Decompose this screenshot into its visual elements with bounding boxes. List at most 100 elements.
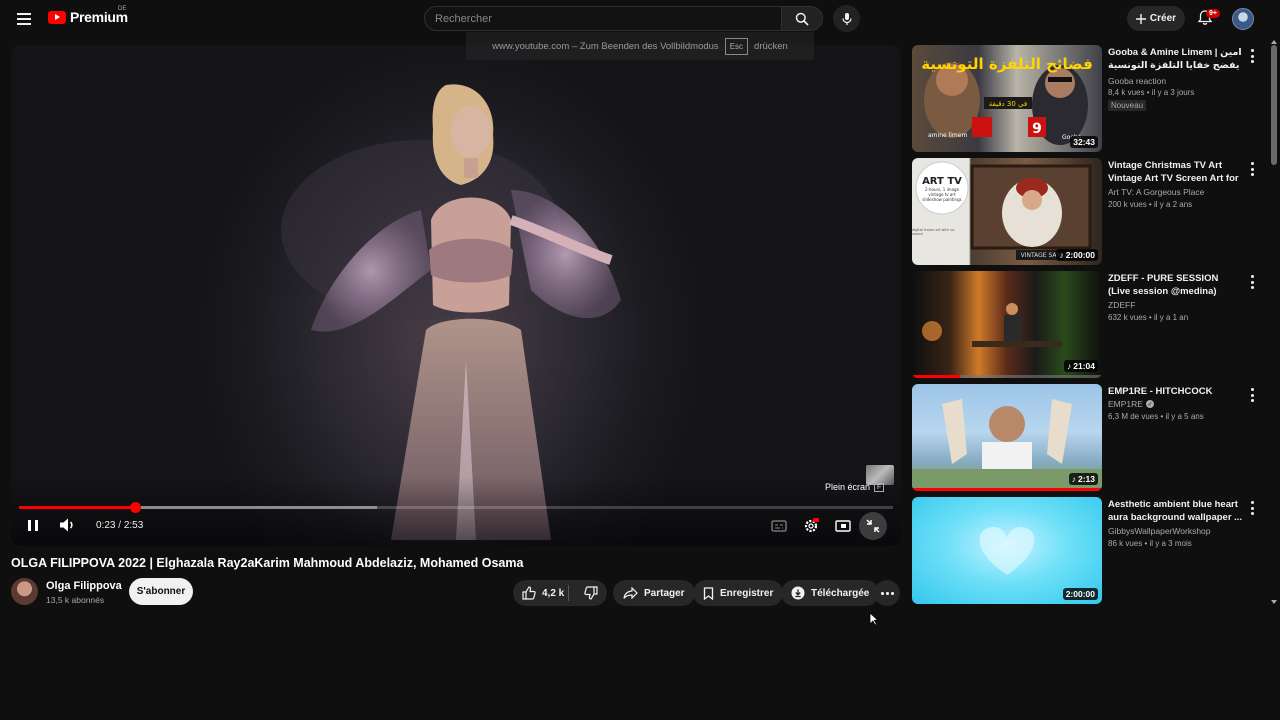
watch-progress [912, 488, 1102, 491]
recommendation-title[interactable]: Aesthetic ambient blue heart aura backgr… [1108, 498, 1243, 524]
time-display: 0:23 / 2:53 [96, 520, 144, 531]
save-button[interactable]: Enregistrer [693, 580, 784, 606]
recommendation-channel: Gooba reaction [1108, 76, 1166, 86]
recommendation-channel: EMP1RE ✓ [1108, 399, 1154, 409]
recommendation-thumbnail[interactable]: 2:00:00 [912, 497, 1102, 604]
music-note-icon: ♪ [1071, 474, 1076, 484]
create-label: Créer [1149, 13, 1177, 24]
channel-avatar[interactable] [11, 578, 38, 605]
recommendation-title[interactable]: ZDEFF - PURE SESSION (Live session @medi… [1108, 272, 1243, 298]
recommendation-item[interactable]: ART TV 2-hours, 1 image vintage tv art s… [912, 158, 1268, 266]
search-input[interactable]: Rechercher [424, 6, 782, 31]
mouse-cursor-icon [869, 612, 879, 626]
download-done-icon [791, 586, 805, 600]
recommendation-thumbnail[interactable]: ART TV 2-hours, 1 image vintage tv art s… [912, 158, 1102, 265]
thumb-art-tv-sub: 2-hours, 1 image vintage tv art slidesho… [922, 187, 962, 202]
channel-text: Gooba reaction [1108, 76, 1167, 86]
sidebar-scrollbar[interactable] [1270, 40, 1278, 605]
progress-played [19, 506, 135, 509]
recommendation-item[interactable]: 2:00:00 Aesthetic ambient blue heart aur… [912, 497, 1268, 605]
duration-text: 21:04 [1073, 361, 1095, 371]
duration-text: 2:13 [1077, 474, 1095, 484]
search-button[interactable] [781, 6, 823, 31]
captions-icon [771, 520, 787, 532]
new-badge: Nouveau [1108, 100, 1147, 111]
recommendation-item[interactable]: فضائح التلفزة التونسية في 30 دقيقة 9 ami… [912, 45, 1268, 153]
create-button[interactable]: Créer [1127, 6, 1185, 31]
subtitles-button[interactable] [768, 515, 790, 537]
fullscreen-shortcut-key: F [874, 482, 885, 492]
dot [890, 591, 894, 595]
recommendation-item[interactable]: ♪ 21:04 ZDEFF - PURE SESSION (Live sessio… [912, 271, 1268, 379]
video-player[interactable]: 0:23 / 2:53 Plein écran F [11, 45, 901, 546]
youtube-premium-logo[interactable]: Premium DE [48, 6, 128, 25]
scroll-up-arrow-icon[interactable] [1271, 40, 1277, 44]
pause-button[interactable] [25, 517, 41, 533]
recommendation-title[interactable]: Vintage Christmas TV Art Vintage Art TV … [1108, 159, 1243, 185]
download-button[interactable]: Téléchargée [781, 580, 880, 606]
youtube-play-icon [48, 10, 66, 24]
pause-icon-bar [35, 519, 38, 531]
fullscreen-exit-hint: www.youtube.com – Zum Beenden des Vollbi… [466, 32, 814, 60]
thumb-arabic-title: فضائح التلفزة التونسية [921, 55, 1093, 73]
thumb-arabic-subtitle: في 30 دقيقة [989, 100, 1027, 108]
recommendation-thumbnail[interactable]: ♪ 21:04 [912, 271, 1102, 378]
logo-region: DE [118, 6, 127, 12]
duration-text: 2:00:00 [1065, 589, 1095, 599]
download-label: Téléchargée [811, 587, 870, 599]
recommendation-title[interactable]: EMP1RE - HITCHCOCK [1108, 385, 1243, 398]
recommendation-menu-icon[interactable] [1250, 49, 1254, 63]
recommendation-menu-icon[interactable] [1250, 275, 1254, 289]
duration-text: 32:43 [1073, 137, 1095, 147]
fullscreen-hint-prefix: www.youtube.com – Zum Beenden des Vollbi… [492, 40, 719, 52]
dislike-button[interactable] [575, 586, 607, 600]
recommendation-meta: 6,3 M de vues • il y a 5 ans [1108, 412, 1204, 421]
progress-scrubber-handle[interactable] [130, 502, 141, 513]
fullscreen-tooltip-label: Plein écran [825, 482, 871, 492]
like-button[interactable]: 4,2 k [513, 585, 569, 601]
thumbs-up-icon [522, 586, 536, 600]
share-icon [623, 587, 638, 599]
channel-text: GibbysWallpaperWorkshop [1108, 526, 1211, 536]
music-note-icon: ♪ [1067, 361, 1072, 371]
recommendation-channel: ZDEFF [1108, 300, 1135, 310]
like-dislike-group: 4,2 k [513, 580, 607, 606]
dot [880, 591, 884, 595]
thumb-art-tv-note: digital frame art with no sound [912, 228, 955, 236]
recommendation-thumbnail[interactable]: ♪ 2:13 [912, 384, 1102, 491]
recommendation-item[interactable]: ♪ 2:13 EMP1RE - HITCHCOCK EMP1RE ✓ 6,3 M d… [912, 384, 1268, 492]
duration-badge: ♪ 21:04 [1064, 360, 1098, 372]
duration-badge: 2:00:00 [1062, 588, 1098, 600]
thumbs-down-icon [584, 586, 598, 600]
channel-name[interactable]: Olga Filippova [46, 580, 122, 592]
duration-badge: ♪ 2:00:00 [1056, 249, 1098, 261]
recommendation-meta: 8,4 k vues • il y a 3 jours [1108, 88, 1195, 97]
volume-icon[interactable] [57, 515, 77, 535]
video-title: OLGA FILIPPOVA 2022 | Elghazala Ray2aKar… [11, 556, 524, 570]
thumb-art-tv-title: ART TV [922, 176, 962, 187]
recommendation-menu-icon[interactable] [1250, 501, 1254, 515]
scroll-down-arrow-icon[interactable] [1271, 600, 1277, 604]
plus-icon [1135, 13, 1146, 24]
scrollbar-thumb[interactable] [1271, 45, 1277, 165]
dot [885, 591, 889, 595]
recommendation-thumbnail[interactable]: فضائح التلفزة التونسية في 30 دقيقة 9 ami… [912, 45, 1102, 152]
recommendation-menu-icon[interactable] [1250, 388, 1254, 402]
recommendation-title[interactable]: Gooba & Amine Limem | امين يفضح خفايا ال… [1108, 46, 1243, 72]
theater-mode-icon [835, 520, 851, 532]
miniplayer-button[interactable] [832, 515, 854, 537]
recommendation-meta: 200 k vues • il y a 2 ans [1108, 200, 1193, 209]
more-actions-button[interactable] [874, 580, 900, 606]
verified-badge-icon: ✓ [1145, 400, 1154, 408]
share-button[interactable]: Partager [613, 580, 695, 606]
voice-search-button[interactable] [833, 5, 860, 32]
channel-text: EMP1RE [1108, 399, 1143, 409]
notification-count-badge: 9+ [1206, 9, 1220, 18]
settings-button[interactable] [800, 515, 822, 537]
account-avatar[interactable] [1232, 8, 1254, 30]
recommendation-menu-icon[interactable] [1250, 162, 1254, 176]
exit-fullscreen-button[interactable] [859, 512, 887, 540]
subscribe-button[interactable]: S'abonner [129, 578, 193, 605]
hamburger-menu-icon[interactable] [14, 9, 34, 29]
progress-bar[interactable] [19, 502, 893, 513]
